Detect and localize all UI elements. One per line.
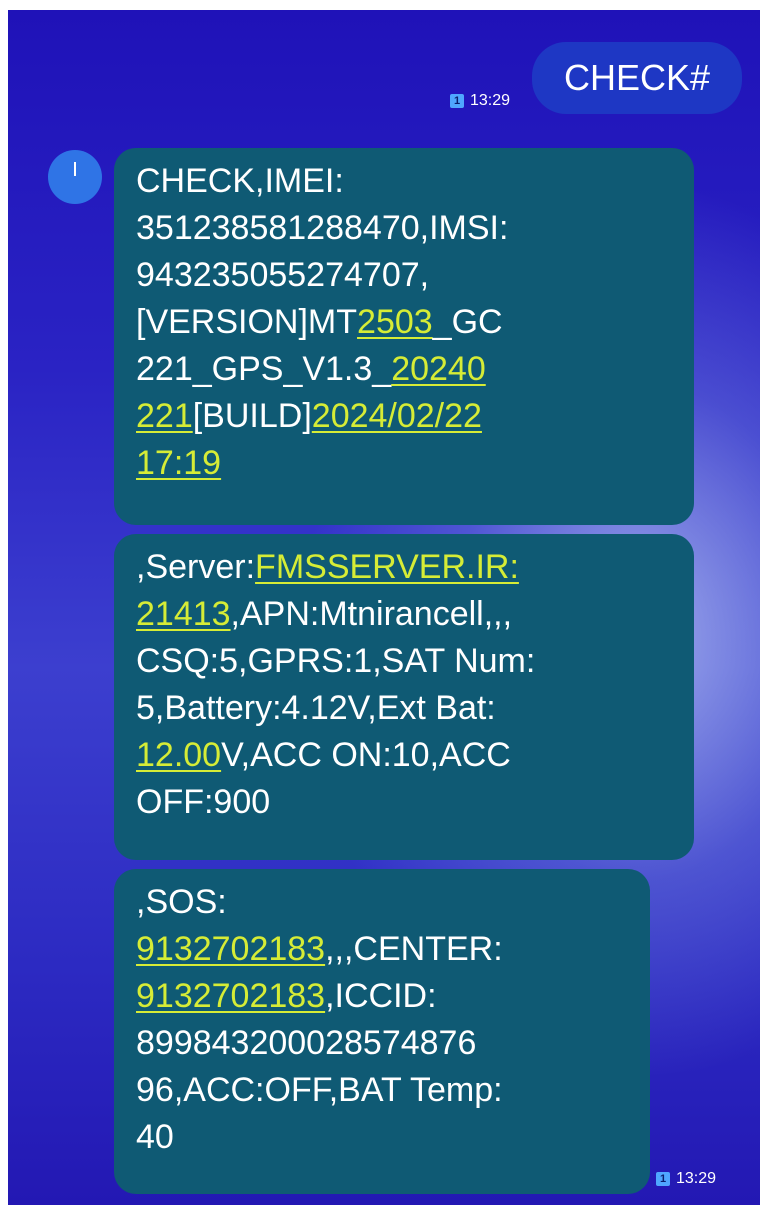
message-text: ,SOS:	[136, 883, 227, 921]
incoming-message-bubble-3[interactable]: ,SOS: 9132702183,,,CENTER: 9132702183,IC…	[114, 869, 650, 1194]
sim-1-icon: 1	[450, 94, 464, 108]
message-text: 89984320002857487​6	[136, 1024, 477, 1062]
message-line: 17:19	[136, 440, 672, 487]
message-text: ,Server:	[136, 548, 256, 586]
message-text: [BUILD]	[192, 397, 312, 435]
conversation-screen: CHECK# 1 13:29 CHECK,IMEI: 3512385812884…	[8, 10, 760, 1205]
incoming-message-bubble-2[interactable]: ,Server:FMSSERVER.IR: 21413,APN:Mtniranc…	[114, 534, 694, 860]
phone-link[interactable]: 9132702183	[136, 977, 325, 1015]
outgoing-message-meta: 1 13:29	[450, 92, 510, 110]
date-link[interactable]: 20240	[391, 350, 486, 388]
message-line: 21413,APN:Mtnirancell,,,	[136, 591, 672, 638]
message-line: 9132702183,,,CENTER:	[136, 926, 628, 973]
message-text: 943235055274707,	[136, 256, 430, 294]
message-text: OFF:900	[136, 783, 271, 821]
message-line: CSQ:5,GPRS:1,SAT Num:	[136, 638, 672, 685]
message-line: 89984320002857487​6	[136, 1020, 628, 1067]
message-text: CSQ:5,GPRS:1,SAT Num:	[136, 642, 536, 680]
date-link[interactable]: 221	[136, 397, 193, 435]
message-line: 221[BUILD]2024/02/22	[136, 393, 672, 440]
server-link[interactable]: FMSSERVER.IR:	[255, 548, 519, 586]
message-line: ,SOS:	[136, 879, 628, 926]
contact-avatar-icon	[74, 162, 76, 176]
contact-avatar[interactable]	[48, 150, 102, 204]
message-text: _GC	[432, 303, 503, 341]
message-text: ,ICCID:	[325, 977, 437, 1015]
date-link[interactable]: 2024/02/22	[312, 397, 482, 435]
message-text: [VERSION]MT	[136, 303, 358, 341]
message-line: 3512385812884​70,IMSI:	[136, 205, 672, 252]
time-link[interactable]: 17:19	[136, 444, 221, 482]
message-text: 3512385812884​70,IMSI:	[136, 209, 509, 247]
message-text: ,APN:Mtnirancell,,,	[230, 595, 513, 633]
message-line: 96,ACC:OFF,BAT Temp:	[136, 1067, 628, 1114]
number-link[interactable]: 12.00	[136, 736, 221, 774]
message-line: 9132702183,ICCID:	[136, 973, 628, 1020]
message-line: 40	[136, 1114, 628, 1161]
message-line: CHECK,IMEI:	[136, 158, 672, 205]
sim-1-icon: 1	[656, 1172, 670, 1186]
message-line: 943235055274707,	[136, 252, 672, 299]
message-text: V,ACC ON:10,ACC	[221, 736, 511, 774]
outgoing-message-time: 13:29	[470, 92, 511, 109]
message-text: 5,Battery:4.12V,Ext Bat:	[136, 689, 496, 727]
message-line: 5,Battery:4.12V,Ext Bat:	[136, 685, 672, 732]
incoming-message-time: 13:29	[676, 1170, 717, 1187]
server-link[interactable]: 21413	[136, 595, 231, 633]
message-text: 96,ACC:OFF,BAT Temp:	[136, 1071, 503, 1109]
message-text: CHECK,IMEI:	[136, 162, 344, 200]
outgoing-message-bubble[interactable]: CHECK#	[532, 42, 742, 114]
phone-link[interactable]: 9132702183	[136, 930, 325, 968]
message-line: OFF:900	[136, 779, 672, 826]
outgoing-message-text: CHECK#	[563, 57, 711, 98]
number-link[interactable]: 2503	[357, 303, 433, 341]
message-text: ,,,CENTER:	[325, 930, 503, 968]
message-text: 221_GPS_V1.3_	[136, 350, 392, 388]
incoming-message-bubble-1[interactable]: CHECK,IMEI: 3512385812884​70,IMSI: 94323…	[114, 148, 694, 525]
message-text: 40	[136, 1118, 174, 1156]
incoming-message-meta: 1 13:29	[656, 1170, 716, 1188]
message-line: [VERSION]MT2503_GC	[136, 299, 672, 346]
message-line: ,Server:FMSSERVER.IR:	[136, 544, 672, 591]
message-line: 221_GPS_V1.3_20240	[136, 346, 672, 393]
message-line: 12.00V,ACC ON:10,ACC	[136, 732, 672, 779]
